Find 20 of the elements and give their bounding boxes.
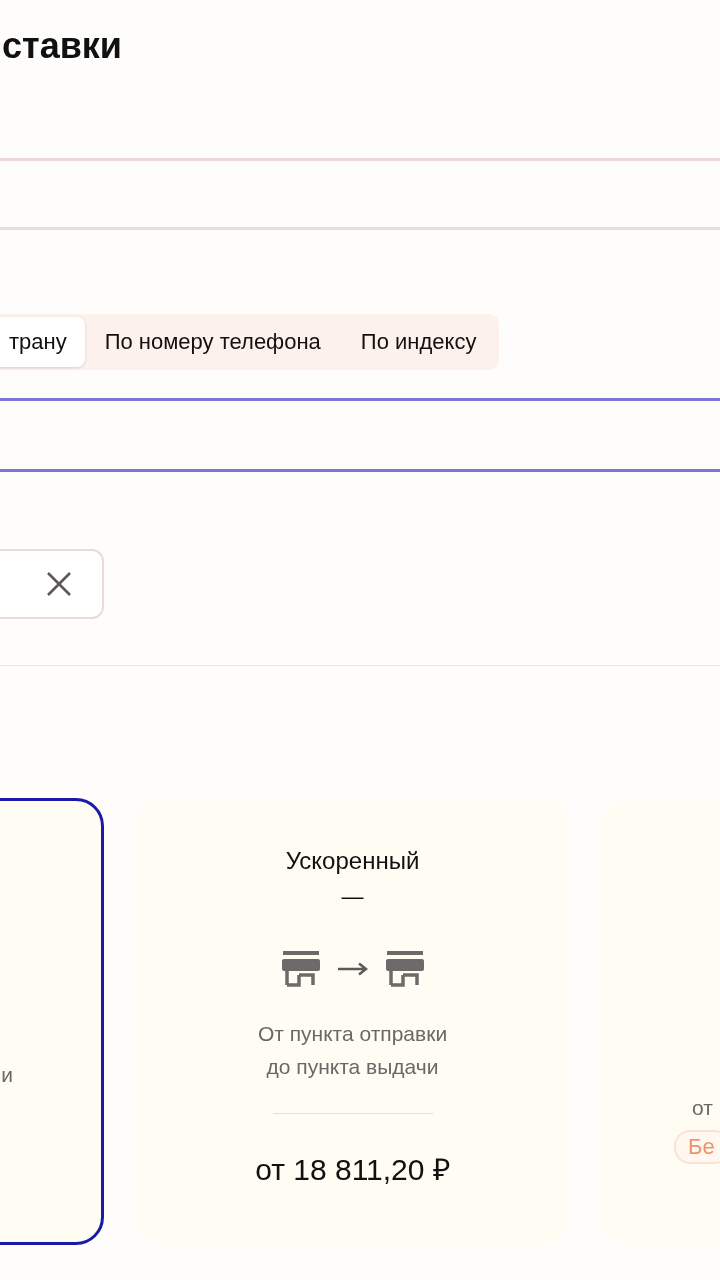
arrow-icon — [337, 962, 368, 976]
delivery-term: — — [341, 883, 364, 911]
tariff-description: от — [692, 1095, 713, 1121]
tariff-description: От пункта отправки до пункта выдачи — [257, 1021, 448, 1080]
tariff-card[interactable]: и — [0, 798, 104, 1245]
tariff-description: и — [1, 1062, 13, 1088]
tariff-price: от 18 811,20 ₽ — [255, 1152, 450, 1188]
tariff-card[interactable]: от Бе — [601, 798, 720, 1245]
search-field[interactable] — [0, 398, 720, 472]
search-mode-tab[interactable]: трану — [0, 317, 85, 367]
address-field[interactable] — [0, 158, 720, 230]
page-title: ставки — [2, 24, 123, 68]
tariff-badge: Бе — [674, 1130, 720, 1164]
search-mode-tab[interactable]: По номеру телефона — [84, 317, 341, 367]
kiosk-icon — [385, 951, 424, 987]
close-icon[interactable] — [46, 571, 72, 597]
tariff-card[interactable]: Ускоренный — От пункта отправки до пункта выдачи от 18 811,20 ₽ — [135, 798, 570, 1245]
tariff-title: Ускоренный — [285, 846, 420, 876]
search-mode-tab[interactable]: По индексу — [340, 317, 497, 367]
kiosk-icon — [281, 951, 320, 987]
